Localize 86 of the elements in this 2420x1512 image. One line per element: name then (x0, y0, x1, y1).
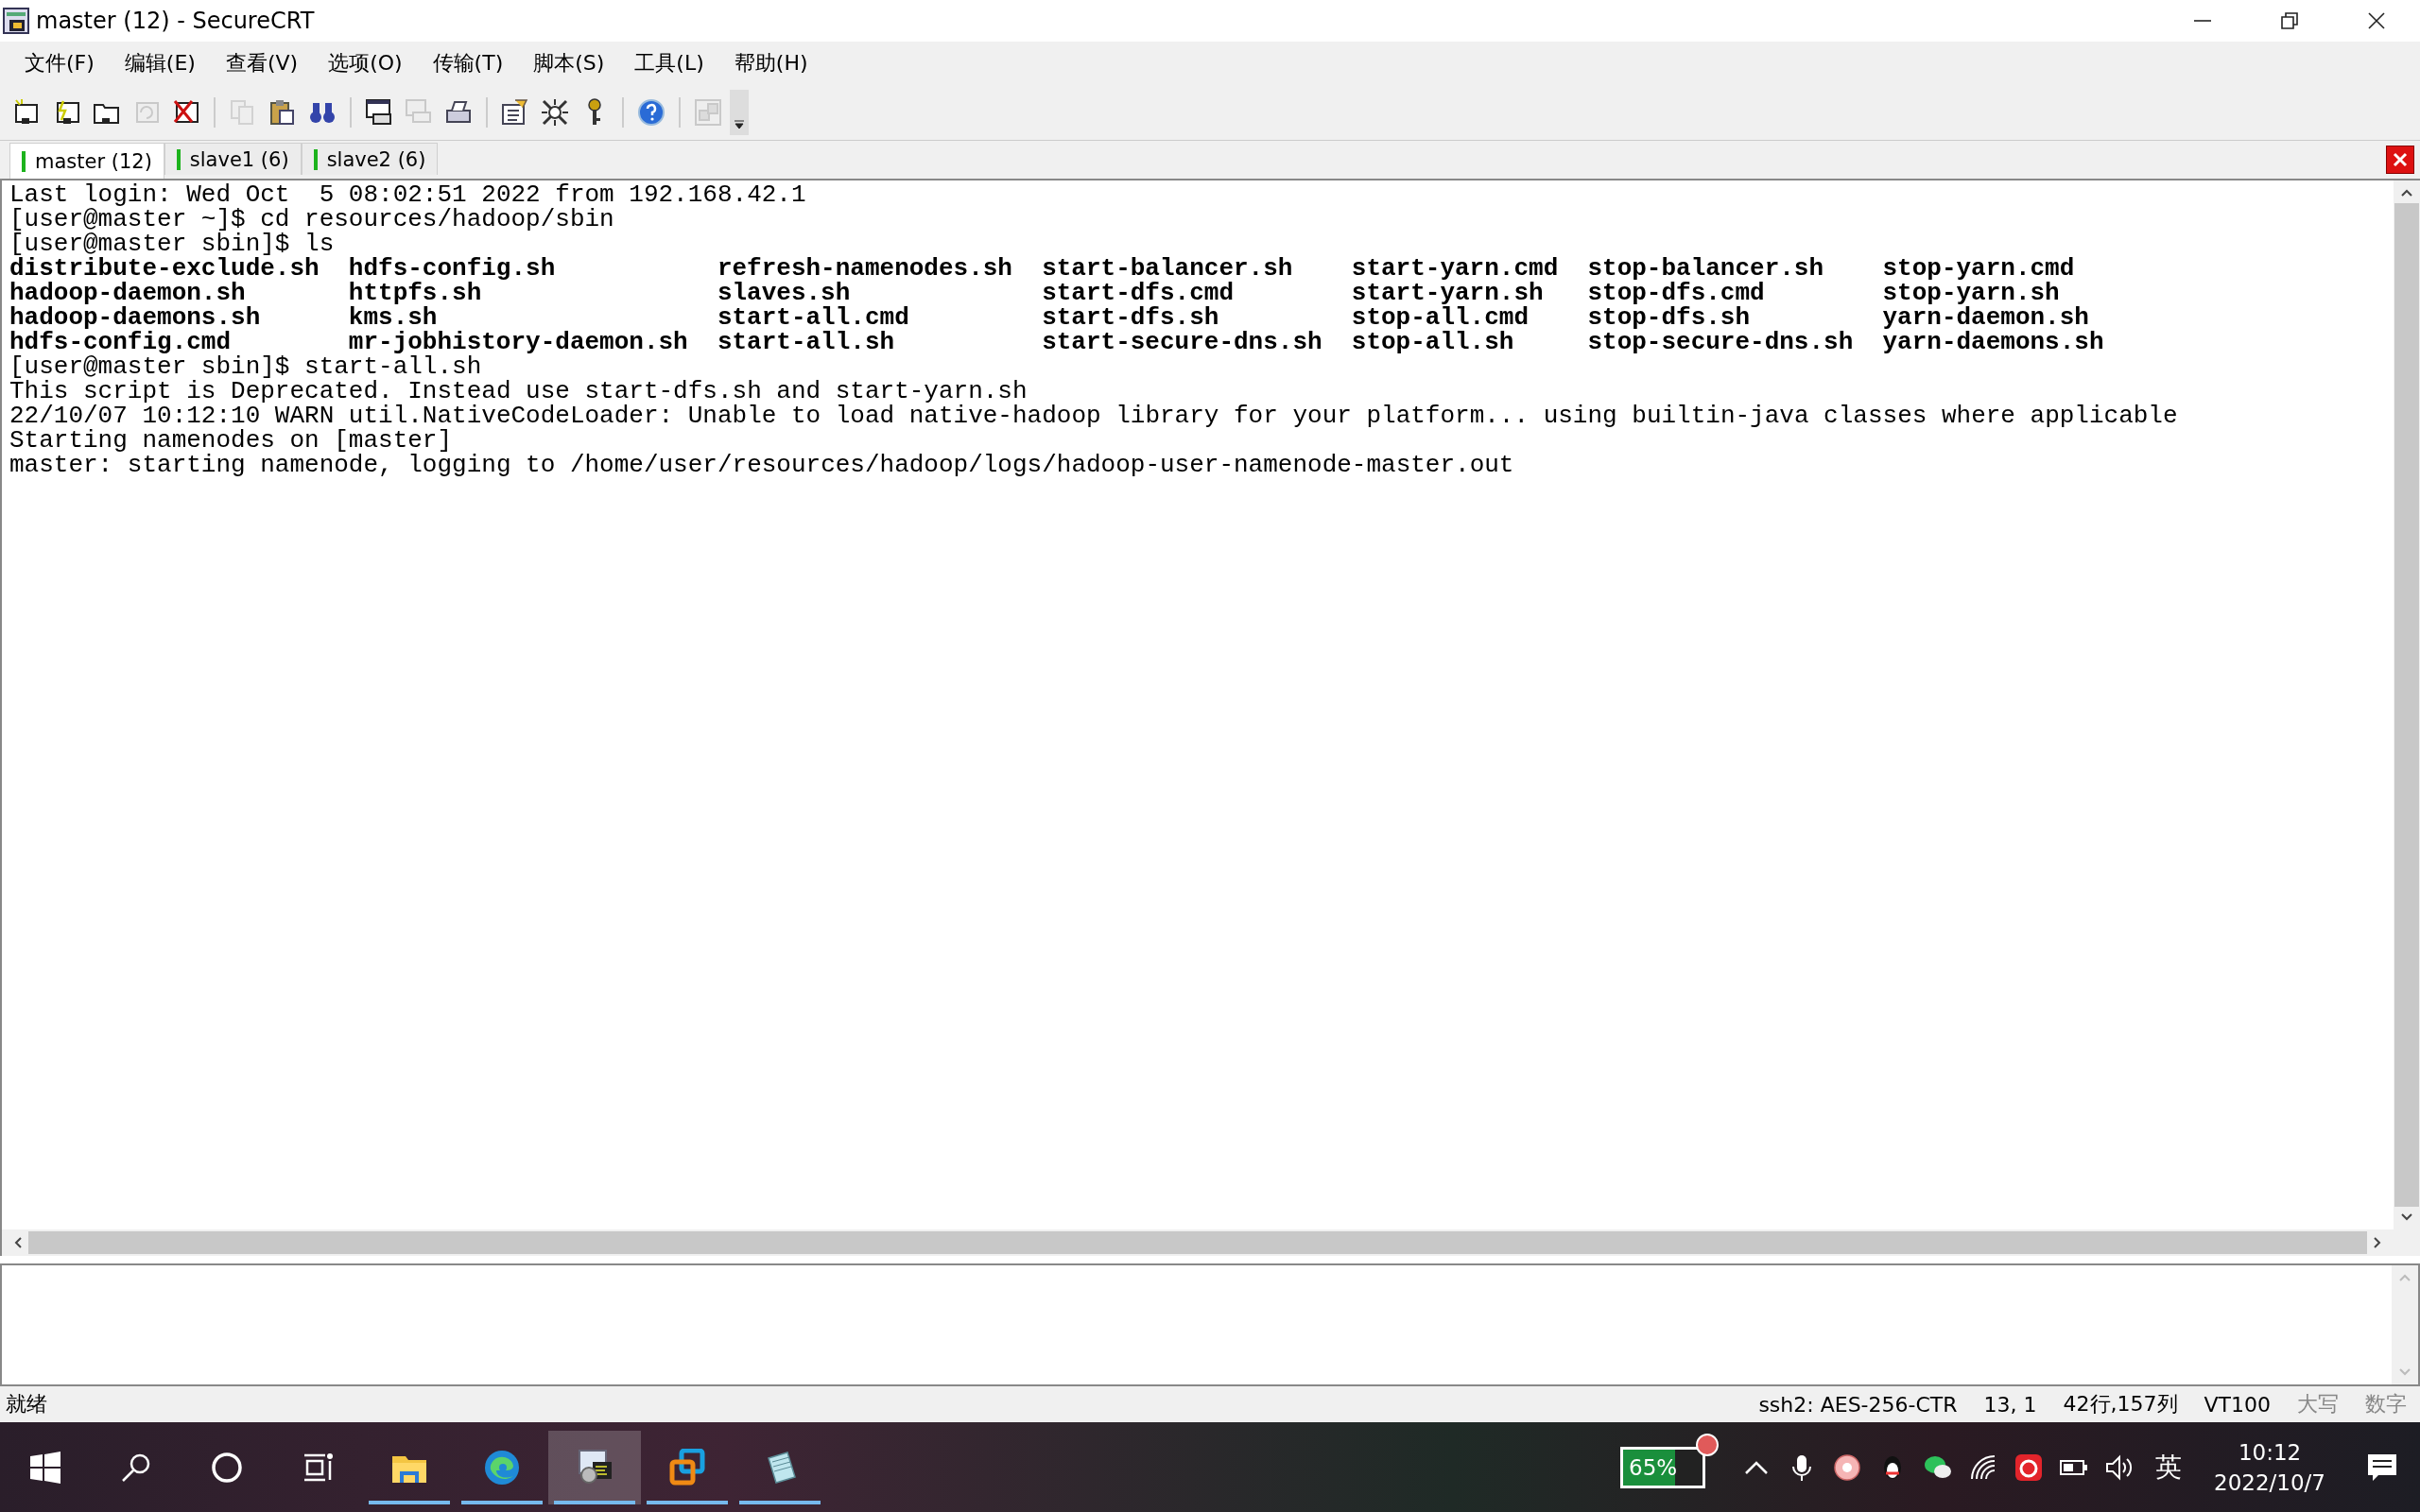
menu-item[interactable]: 脚本(S) (518, 45, 620, 81)
battery-widget[interactable]: 65% (1620, 1446, 1706, 1488)
file-name: start-dfs.sh (1042, 305, 1219, 330)
battery-percent: 65% (1628, 1454, 1678, 1480)
file-name: yarn-daemons.sh (1882, 330, 2105, 354)
file-name: distribute-exclude.sh (9, 256, 320, 281)
file-name: hdfs-config.sh (348, 256, 557, 281)
file-name: start-all.sh (717, 330, 896, 354)
status-text: 42行,157列 (2062, 1391, 2179, 1418)
file-name: stop-dfs.cmd (1587, 281, 1765, 305)
clock-date: 2022/10/7 (2214, 1469, 2325, 1497)
file-name: start-secure-dns.sh (1042, 330, 1323, 354)
status-text: ssh2: AES-256-CTR (1757, 1392, 1959, 1417)
overlapping-squares-icon (668, 1448, 706, 1486)
file-name: refresh-namenodes.sh (717, 256, 1013, 281)
menu-item[interactable]: 查看(V) (210, 45, 314, 81)
file-name: slaves.sh (717, 281, 851, 305)
menu-item[interactable]: 编辑(E) (109, 45, 211, 81)
scroll-down-icon[interactable] (2400, 1212, 2413, 1222)
file-name: hadoop-daemon.sh (9, 281, 246, 305)
menu-item[interactable]: 工具(L) (619, 45, 719, 81)
notification-dot-icon (1696, 1433, 1720, 1456)
status-text: 大写 (2296, 1391, 2340, 1418)
terminal-line: [user@master sbin]$ start-all.sh (9, 354, 482, 379)
browser-icon (483, 1448, 521, 1486)
print-screen-icon (364, 97, 394, 128)
file-name: start-all.cmd (717, 305, 910, 330)
status-text: 数字 (2364, 1391, 2408, 1418)
file-name: mr-jobhistory-daemon.sh (348, 330, 689, 354)
session-options-icon (500, 97, 530, 128)
input-method-indicator[interactable]: 英 (2142, 1449, 2196, 1486)
file-name: start-balancer.sh (1042, 256, 1294, 281)
menu-item[interactable]: 文件(F) (9, 45, 110, 81)
menu-item[interactable]: 传输(T) (417, 45, 519, 81)
terminal-line: [user@master ~]$ cd resources/hadoop/sbin (9, 207, 614, 232)
session-tab[interactable]: slave2 (6) (301, 143, 439, 175)
close-icon (2367, 11, 2386, 30)
terminal-line: [user@master sbin]$ ls (9, 232, 335, 256)
caret-icon (734, 120, 745, 129)
file-name: httpfs.sh (348, 281, 482, 305)
window-title: master (12) - SecureCRT (36, 8, 315, 34)
menu-item[interactable]: 帮助(H) (718, 45, 823, 81)
windows-logo-icon (29, 1451, 61, 1484)
terminal-line: 22/10/07 10:12:10 WARN util.NativeCodeLoader: Unable to load native-hadoop library for your platform... using builtin-java classes where applicable (9, 404, 2178, 428)
status-text: VT100 (2203, 1392, 2272, 1417)
file-name: stop-secure-dns.sh (1587, 330, 1855, 354)
taskbar-app-button[interactable] (548, 1430, 641, 1504)
file-name: start-dfs.cmd (1042, 281, 1235, 305)
file-name: start-yarn.cmd (1351, 256, 1560, 281)
menu-item[interactable]: 选项(O) (313, 45, 418, 81)
scroll-up-icon[interactable] (2400, 188, 2413, 198)
minimize-icon (2193, 20, 2212, 22)
file-name: hdfs-config.cmd (9, 330, 232, 354)
terminal-line: This script is Deprecated. Instead use start-dfs.sh and start-yarn.sh (9, 379, 1028, 404)
file-name: stop-yarn.cmd (1882, 256, 2076, 281)
file-name: start-yarn.sh (1351, 281, 1544, 305)
session-tab[interactable]: master (12) (9, 143, 164, 179)
file-name: hadoop-daemons.sh (9, 305, 262, 330)
file-name: stop-balancer.sh (1587, 256, 1825, 281)
help-icon (636, 97, 666, 128)
session-tab[interactable]: slave1 (6) (164, 143, 302, 175)
file-name: stop-all.sh (1351, 330, 1514, 354)
vertical-scrollbar[interactable] (2394, 180, 2420, 1229)
status-text: 13, 1 (1982, 1392, 2038, 1417)
clock-time: 10:12 (2238, 1438, 2302, 1467)
close-tab-button[interactable] (2386, 146, 2414, 174)
status-text: 就绪 (5, 1391, 48, 1418)
restore-icon (2280, 11, 2299, 30)
terminal-line: master: starting namenode, logging to /home/user/resources/hadoop/logs/hadoop-user-namenode-master.out (9, 453, 1514, 477)
terminal-line: Starting namenodes on [master] (9, 428, 453, 453)
scroll-left-icon[interactable] (13, 1236, 23, 1249)
horizontal-scrollbar[interactable] (0, 1229, 2420, 1256)
file-name: kms.sh (348, 305, 438, 330)
task-view-icon (302, 1451, 334, 1484)
app-icon (2, 7, 30, 35)
file-name: stop-dfs.sh (1587, 305, 1751, 330)
scroll-right-icon[interactable] (2373, 1236, 2382, 1249)
tile-windows-icon (693, 97, 723, 128)
terminal-lock-icon (576, 1448, 614, 1486)
music-app-icon (2014, 1452, 2045, 1483)
circle-icon (211, 1451, 243, 1484)
toolbar-overflow-button[interactable] (730, 90, 749, 135)
file-name: stop-all.cmd (1351, 305, 1530, 330)
file-name: yarn-daemon.sh (1882, 305, 2089, 330)
terminal-line: Last login: Wed Oct 5 08:02:51 2022 from 192.168.42.1 (9, 182, 806, 207)
file-name: stop-yarn.sh (1882, 281, 2060, 305)
